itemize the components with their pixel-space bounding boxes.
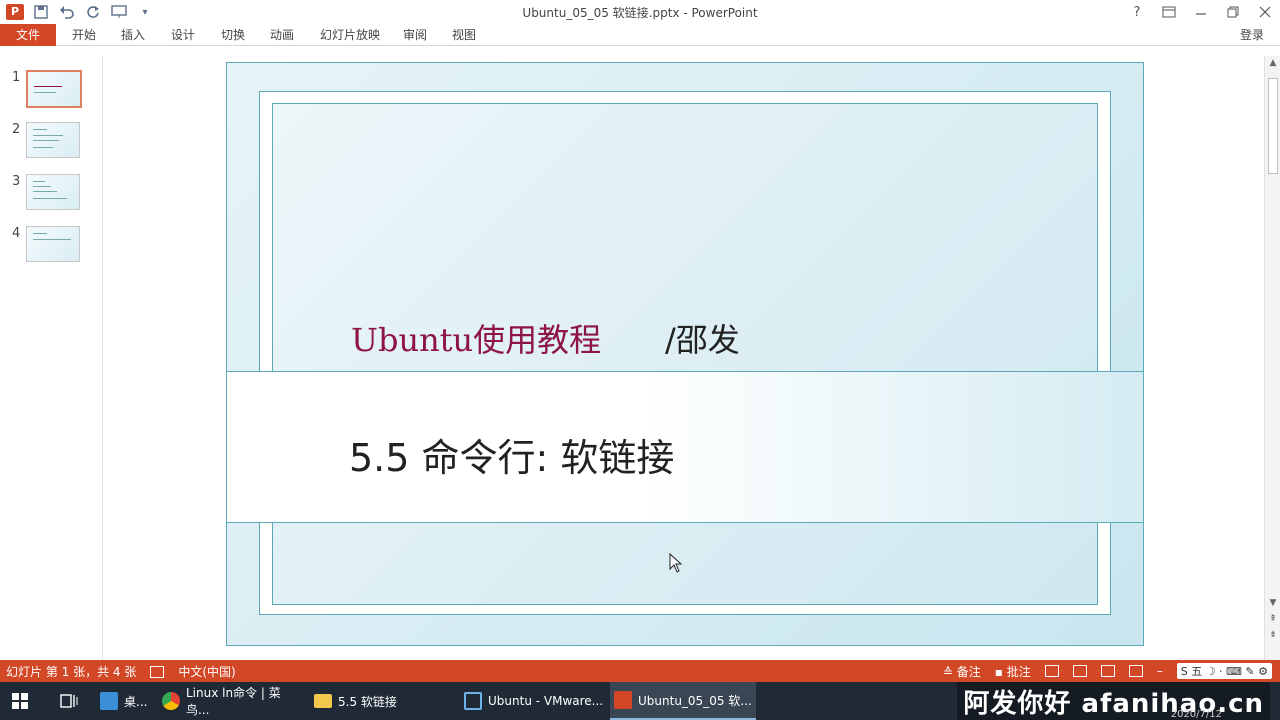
notes-button[interactable]: ≙ 备注 (943, 663, 981, 680)
tab-review[interactable]: 审阅 (403, 24, 427, 46)
thumbnail-item-1[interactable]: 1 (0, 70, 100, 110)
status-bar: 幻灯片 第 1 张，共 4 张 中文(中国) ≙ 备注 ▪ 批注 – S 五 ☽… (0, 660, 1280, 682)
slide-thumbnail[interactable] (26, 226, 80, 262)
slide-thumbnail[interactable] (26, 122, 80, 158)
scrollbar-thumb[interactable] (1268, 78, 1278, 174)
slide-thumbnail[interactable] (26, 70, 82, 108)
restore-icon[interactable] (1224, 3, 1242, 21)
notes-label: 备注 (956, 664, 981, 679)
taskbar-item-label: 5.5 软链接 (338, 694, 397, 709)
task-view-icon (60, 694, 78, 708)
taskbar-item-desktop[interactable]: 桌... (96, 682, 152, 720)
scroll-down-icon[interactable]: ▼ (1265, 598, 1280, 608)
tab-design[interactable]: 设计 (171, 24, 195, 46)
taskbar-item-browser[interactable]: Linux ln命令 | 菜鸟... (158, 682, 304, 720)
thumbnail-number: 1 (12, 70, 21, 85)
thumbnail-number: 3 (12, 174, 21, 189)
window-title: Ubuntu_05_05 软链接.pptx - PowerPoint (522, 6, 758, 20)
tab-file[interactable]: 文件 (0, 24, 56, 46)
taskbar-item-folder[interactable]: 5.5 软链接 (310, 682, 456, 720)
scroll-up-icon[interactable]: ▲ (1265, 58, 1280, 68)
slide-title[interactable]: 5.5 命令行: 软链接 (349, 427, 674, 482)
tab-slideshow[interactable]: 幻灯片放映 (320, 24, 380, 46)
slide-thumbnails-pane: 1 2 3 4 (0, 56, 103, 660)
mouse-pointer-icon (669, 553, 683, 573)
powerpoint-icon (614, 691, 632, 709)
tab-animations[interactable]: 动画 (270, 24, 294, 46)
taskbar-item-label: 桌... (124, 694, 148, 709)
close-icon[interactable] (1256, 3, 1274, 21)
ribbon-tabs: 文件 开始 插入 设计 切换 动画 幻灯片放映 审阅 视图 登录 (0, 24, 1280, 46)
tab-insert[interactable]: 插入 (121, 24, 145, 46)
reading-view-icon[interactable] (1100, 665, 1115, 677)
taskbar-item-label: Ubuntu_05_05 软... (638, 693, 752, 708)
comments-label: 批注 (1006, 664, 1031, 679)
spellcheck-icon[interactable] (150, 665, 165, 678)
window-controls: ? (1128, 2, 1274, 22)
clock[interactable]: 2020/7/12 (1171, 709, 1222, 720)
thumbnail-item-2[interactable]: 2 (0, 122, 100, 162)
slide-subtitle[interactable]: Ubuntu使用教程 (351, 315, 601, 361)
thumbnail-item-4[interactable]: 4 (0, 226, 100, 266)
tab-transitions[interactable]: 切换 (221, 24, 245, 46)
slide-count-status: 幻灯片 第 1 张，共 4 张 (6, 665, 137, 679)
taskbar: 桌... Linux ln命令 | 菜鸟... 5.5 软链接 Ubuntu -… (0, 682, 1280, 720)
previous-slide-icon[interactable]: ⇞ (1265, 614, 1280, 624)
folder-icon (314, 694, 332, 708)
taskbar-item-label: Ubuntu - VMware... (488, 694, 604, 708)
comments-button[interactable]: ▪ 批注 (995, 663, 1031, 680)
watermark: 阿发你好 afanihao.cn (957, 682, 1270, 720)
slideshow-view-icon[interactable] (1128, 665, 1143, 677)
zoom-out-icon[interactable]: – (1157, 664, 1163, 678)
login-button[interactable]: 登录 (1240, 24, 1264, 46)
tab-view[interactable]: 视图 (452, 24, 476, 46)
vmware-icon (464, 692, 482, 710)
vertical-scrollbar[interactable]: ▲ ▼ ⇞ ⇟ (1264, 56, 1280, 660)
tab-home[interactable]: 开始 (72, 24, 96, 46)
minimize-icon[interactable] (1192, 3, 1210, 21)
ribbon-display-options-icon[interactable] (1160, 3, 1178, 21)
start-button[interactable] (8, 682, 38, 720)
taskbar-item-vmware[interactable]: Ubuntu - VMware... (460, 682, 606, 720)
thumbnail-item-3[interactable]: 3 (0, 174, 100, 214)
next-slide-icon[interactable]: ⇟ (1265, 630, 1280, 640)
language-status[interactable]: 中文(中国) (178, 663, 235, 680)
slide-editor[interactable]: Ubuntu使用教程 /邵发 5.5 命令行: 软链接 (104, 56, 1264, 660)
windows-logo-icon (12, 693, 28, 709)
browser-icon (162, 692, 180, 710)
task-view-button[interactable] (56, 682, 86, 720)
slide-sorter-icon[interactable] (1072, 665, 1087, 677)
thumbnail-number: 4 (12, 226, 21, 241)
slide-author[interactable]: /邵发 (665, 315, 740, 361)
help-button[interactable]: ? (1128, 3, 1146, 21)
title-bar: P ▾ Ubuntu_05_05 软链接.pptx - PowerPoint ? (0, 0, 1280, 24)
thumbnail-number: 2 (12, 122, 21, 137)
taskbar-item-label: Linux ln命令 | 菜鸟... (185, 686, 281, 717)
slide-canvas[interactable]: Ubuntu使用教程 /邵发 5.5 命令行: 软链接 (226, 62, 1144, 646)
slide-thumbnail[interactable] (26, 174, 80, 210)
normal-view-icon[interactable] (1044, 665, 1059, 677)
ime-toolbar: S 五 ☽ · ⌨ ✎ ⚙ (1176, 663, 1272, 679)
desktop-icon (100, 692, 118, 710)
taskbar-item-powerpoint[interactable]: Ubuntu_05_05 软... (610, 682, 756, 720)
